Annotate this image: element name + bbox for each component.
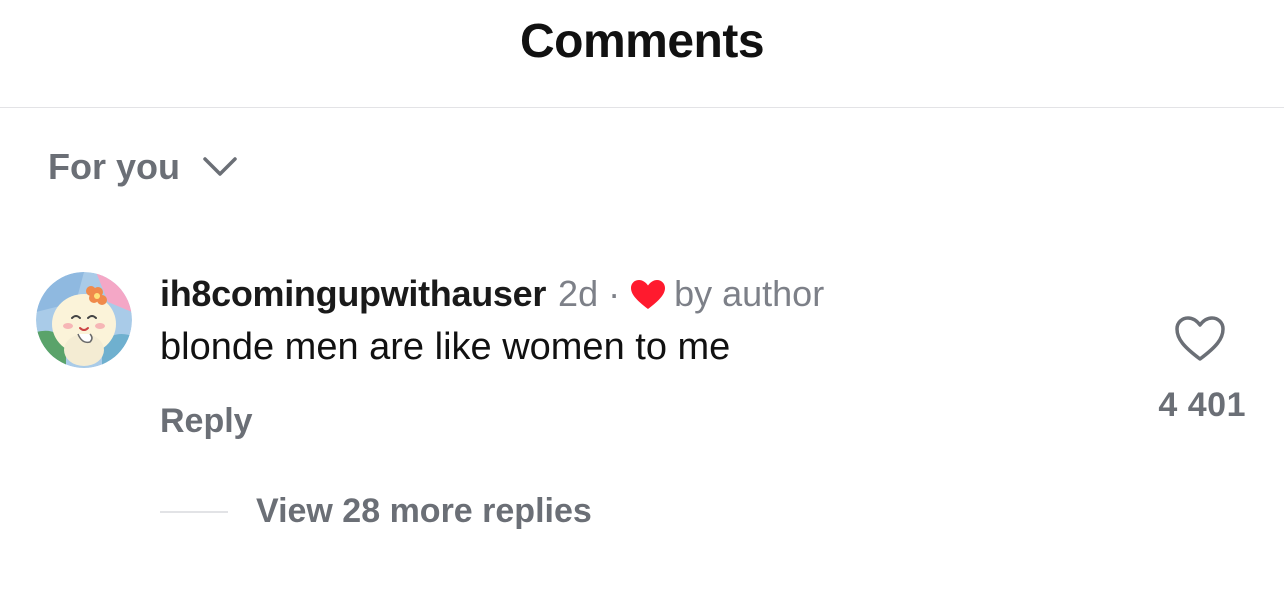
heart-outline-icon [1175,316,1225,361]
separator-dot: · [608,273,621,314]
view-replies-label: View 28 more replies [256,492,592,530]
chevron-down-icon [202,155,238,179]
view-replies-button[interactable]: View 28 more replies [160,492,592,531]
heart-icon [630,278,666,310]
sort-label: For you [48,146,180,187]
page-title: Comments [519,15,765,68]
like-count: 4 401 [1158,386,1246,424]
avatar[interactable] [36,272,132,368]
sort-dropdown[interactable]: For you [48,146,238,188]
comment-meta: ih8comingupwithauser 2d · by author [160,270,824,318]
replies-divider [160,510,228,513]
comment-text: blonde men are like women to me [160,326,731,368]
comment: ih8comingupwithauser 2d · by author blon… [160,270,824,369]
comment-time: 2d [558,273,599,314]
liked-by-author-label: by author [674,273,825,314]
username-link[interactable]: ih8comingupwithauser [160,273,546,315]
like-button[interactable] [1172,314,1228,364]
comments-header: Comments [0,0,1284,108]
reply-button[interactable]: Reply [160,402,253,441]
